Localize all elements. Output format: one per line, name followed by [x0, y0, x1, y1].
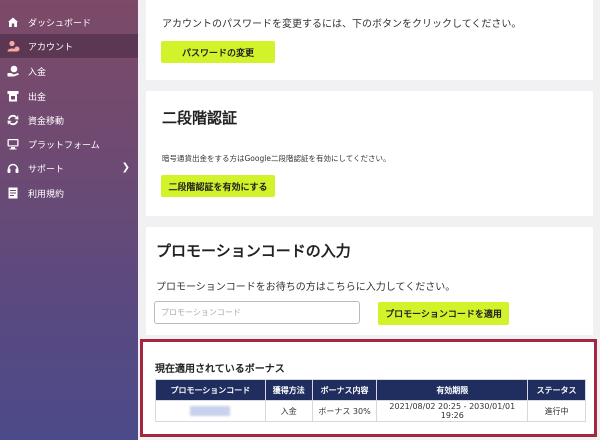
document-icon: [6, 186, 20, 200]
change-password-button[interactable]: パスワードの変更: [161, 41, 275, 63]
method-cell: 入金: [264, 400, 313, 422]
support-icon: [6, 161, 20, 175]
sidebar-item-terms[interactable]: 利用規約: [0, 181, 138, 205]
two-factor-title: 二段階認証: [162, 109, 238, 127]
apply-promo-button[interactable]: プロモーションコードを適用: [378, 302, 509, 325]
two-factor-card: 二段階認証 暗号通貨出金をする方はGoogle二段階認証を有効にしてください。 …: [146, 91, 593, 216]
promo-code-cell: [155, 400, 266, 422]
column-header: 有効期限: [376, 379, 529, 401]
main-content: アカウントのパスワードを変更するには、下のボタンをクリックしてください。 パスワ…: [138, 0, 600, 440]
sidebar-item-support[interactable]: サポート ❯: [0, 156, 138, 180]
sidebar: ダッシュボード アカウント 入金 出金 資金移動 プラットフォーム サポート ❯…: [0, 0, 138, 440]
column-header: 獲得方法: [264, 379, 313, 401]
enable-two-factor-button[interactable]: 二段階認証を有効にする: [161, 175, 275, 197]
password-description: アカウントのパスワードを変更するには、下のボタンをクリックしてください。: [162, 19, 522, 30]
sidebar-item-transfer[interactable]: 資金移動: [0, 108, 138, 132]
promo-description: プロモーションコードをお待ちの方はこちらに入力してください。: [156, 282, 456, 293]
two-factor-description: 暗号通貨出金をする方はGoogle二段階認証を有効にしてください。: [162, 154, 391, 163]
column-header: ボーナス内容: [311, 379, 378, 401]
bonus-title: 現在適用されているボーナス: [155, 364, 285, 375]
user-icon: [6, 39, 20, 53]
current-bonus-card: 現在適用されているボーナス プロモーションコード 獲得方法 ボーナス内容 有効期…: [140, 339, 597, 437]
deposit-icon: [6, 64, 20, 78]
password-card: アカウントのパスワードを変更するには、下のボタンをクリックしてください。 パスワ…: [146, 0, 593, 80]
withdraw-icon: [6, 89, 20, 103]
sidebar-item-deposit[interactable]: 入金: [0, 59, 138, 83]
sidebar-item-platform[interactable]: プラットフォーム: [0, 132, 138, 156]
sidebar-item-label: ダッシュボード: [28, 18, 92, 29]
platform-icon: [6, 137, 20, 151]
column-header: プロモーションコード: [155, 379, 266, 401]
promo-code-input[interactable]: [154, 301, 360, 324]
bonus-table: プロモーションコード 獲得方法 ボーナス内容 有効期限 ステータス 入金 ボーナ…: [155, 379, 586, 422]
promo-card: プロモーションコードの入力 プロモーションコードをお待ちの方はこちらに入力してく…: [146, 227, 593, 335]
sidebar-item-label: プラットフォーム: [28, 140, 100, 151]
sidebar-item-label: アカウント: [28, 42, 74, 53]
redacted-code: [190, 406, 231, 416]
home-icon: [6, 15, 20, 29]
sidebar-item-withdraw[interactable]: 出金: [0, 84, 138, 108]
sidebar-item-label: 資金移動: [28, 116, 65, 127]
sidebar-item-label: 入金: [28, 67, 47, 78]
table-header-row: プロモーションコード 獲得方法 ボーナス内容 有効期限 ステータス: [155, 379, 586, 401]
sidebar-item-account[interactable]: アカウント: [0, 34, 138, 58]
column-header: ステータス: [527, 379, 586, 401]
promo-title: プロモーションコードの入力: [156, 242, 351, 260]
expiry-cell: 2021/08/02 20:25 - 2030/01/01 19:26: [376, 400, 529, 422]
bonus-content-cell: ボーナス 30%: [311, 400, 378, 422]
sidebar-item-label: 利用規約: [28, 189, 65, 200]
transfer-icon: [6, 113, 20, 127]
sidebar-item-dashboard[interactable]: ダッシュボード: [0, 10, 138, 34]
sidebar-item-label: サポート: [28, 164, 65, 175]
sidebar-item-label: 出金: [28, 92, 47, 103]
chevron-right-icon: ❯: [121, 162, 130, 173]
status-cell: 進行中: [527, 400, 586, 422]
table-row: 入金 ボーナス 30% 2021/08/02 20:25 - 2030/01/0…: [155, 400, 586, 422]
